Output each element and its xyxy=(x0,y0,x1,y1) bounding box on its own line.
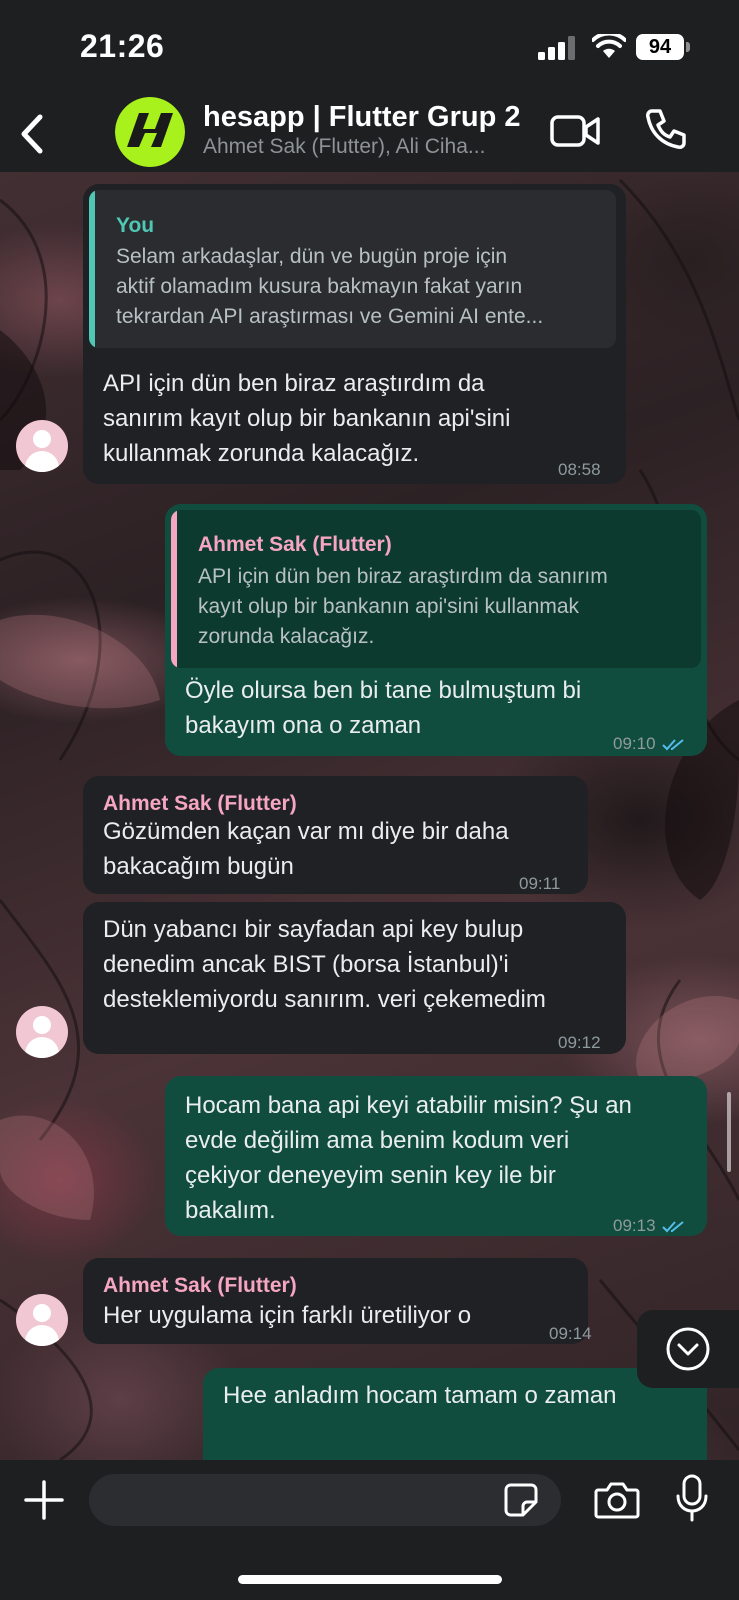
group-avatar[interactable] xyxy=(115,97,185,167)
message-line: Hocam bana api keyi atabilir misin? Şu a… xyxy=(185,1092,632,1119)
message-line: Her uygulama için farklı üretiliyor o xyxy=(103,1302,472,1329)
message-time: 08:58 xyxy=(558,460,601,479)
message-line: desteklemiyordu sanırım. veri çekemedim xyxy=(103,986,546,1013)
message-time: 09:12 xyxy=(558,1033,601,1052)
sender-avatar[interactable] xyxy=(16,1294,68,1346)
home-indicator xyxy=(238,1575,502,1584)
scroll-to-bottom-button[interactable] xyxy=(637,1310,739,1388)
message-bubble[interactable]: Ahmet Sak (Flutter) Her uygulama için fa… xyxy=(83,1258,592,1344)
quote-accent-bar xyxy=(89,190,95,348)
read-receipt-icon xyxy=(662,738,684,750)
message-line: Gözümden kaçan var mı diye bir daha xyxy=(103,818,509,845)
group-title[interactable]: hesapp | Flutter Grup 2 xyxy=(203,101,533,134)
message-line: bakayım ona o zaman xyxy=(185,712,422,739)
quote-line: tekrardan API araştırması ve Gemini AI e… xyxy=(116,305,544,328)
quote-text: API için dün ben biraz araştırdım da san… xyxy=(198,562,608,652)
message-line: Hee anladım hocam tamam o zaman xyxy=(223,1382,617,1409)
battery-indicator: 94 xyxy=(636,34,684,60)
phone-call-icon[interactable] xyxy=(644,107,688,151)
sticker-icon[interactable] xyxy=(503,1482,539,1518)
message-bubble[interactable]: Hocam bana api keyi atabilir misin? Şu a… xyxy=(165,1076,707,1236)
wifi-icon xyxy=(592,34,626,58)
quote-accent-bar xyxy=(171,510,177,668)
group-logo-icon xyxy=(115,97,185,167)
message-bubble[interactable]: Ahmet Sak (Flutter) API için dün ben bir… xyxy=(165,504,707,756)
sender-avatar[interactable] xyxy=(16,420,68,472)
status-bar: 21:26 94 xyxy=(0,0,739,95)
message-text: Gözümden kaçan var mı diye bir daha baka… xyxy=(103,814,509,884)
message-bubble[interactable]: Dün yabancı bir sayfadan api key bulup d… xyxy=(83,902,626,1054)
message-bubble[interactable]: Hee anladım hocam tamam o zaman xyxy=(203,1368,707,1460)
message-text: Dün yabancı bir sayfadan api key bulup d… xyxy=(103,912,546,1017)
quote-text: Selam arkadaşlar, dün ve bugün proje içi… xyxy=(116,242,543,332)
quoted-message[interactable]: Ahmet Sak (Flutter) API için dün ben bir… xyxy=(171,510,701,668)
scrollbar[interactable] xyxy=(727,1092,731,1172)
message-time: 09:13 xyxy=(613,1208,686,1243)
microphone-icon[interactable] xyxy=(675,1474,709,1522)
video-call-icon[interactable] xyxy=(550,111,602,151)
quote-line: aktif olamadım kusura bakmayın fakat yar… xyxy=(116,275,523,298)
message-time-text: 09:13 xyxy=(613,1216,656,1235)
read-receipt-icon xyxy=(662,1220,684,1232)
status-time: 21:26 xyxy=(80,28,165,64)
message-composer xyxy=(0,1460,739,1600)
camera-icon[interactable] xyxy=(594,1480,640,1520)
quote-line: kayıt olup bir bankanın api'sini kullanm… xyxy=(198,595,580,618)
message-time: 09:11 xyxy=(519,874,561,893)
message-bubble[interactable]: You Selam arkadaşlar, dün ve bugün proje… xyxy=(83,184,626,484)
chat-header: hesapp | Flutter Grup 2 Ahmet Sak (Flutt… xyxy=(0,95,739,172)
message-line: Dün yabancı bir sayfadan api key bulup xyxy=(103,916,524,943)
message-line: denedim ancak BIST (borsa İstanbul)'i xyxy=(103,951,509,978)
message-line: Öyle olursa ben bi tane bulmuştum bi xyxy=(185,677,582,704)
quote-author: You xyxy=(116,214,155,237)
message-line: bakalım. xyxy=(185,1197,276,1224)
message-time: 09:10 xyxy=(613,726,686,761)
message-line: sanırım kayıt olup bir bankanın api'sini xyxy=(103,405,511,432)
message-text: Öyle olursa ben bi tane bulmuştum bi bak… xyxy=(185,673,581,743)
message-bubble[interactable]: Ahmet Sak (Flutter) Gözümden kaçan var m… xyxy=(83,776,588,894)
message-line: kullanmak zorunda kalacağız. xyxy=(103,440,420,467)
quote-author: Ahmet Sak (Flutter) xyxy=(198,533,392,556)
quote-line: Selam arkadaşlar, dün ve bugün proje içi… xyxy=(116,245,508,268)
message-text: Hee anladım hocam tamam o zaman xyxy=(223,1378,617,1413)
message-list[interactable]: You Selam arkadaşlar, dün ve bugün proje… xyxy=(0,172,739,1460)
message-line: bakacağım bugün xyxy=(103,853,294,880)
battery-tip xyxy=(686,42,690,52)
message-line: çekiyor deneyeyim senin key ile bir xyxy=(185,1162,556,1189)
group-members-subtitle[interactable]: Ahmet Sak (Flutter), Ali Ciha... xyxy=(203,135,533,159)
message-line: API için dün ben biraz araştırdım da xyxy=(103,370,485,397)
quote-line: API için dün ben biraz araştırdım da san… xyxy=(198,565,608,588)
back-chevron-icon[interactable] xyxy=(14,109,54,159)
quoted-message[interactable]: You Selam arkadaşlar, dün ve bugün proje… xyxy=(89,190,616,348)
message-time: 09:14 xyxy=(549,1324,592,1343)
attach-plus-icon[interactable] xyxy=(24,1480,64,1520)
quote-line: zorunda kalacağız. xyxy=(198,625,375,648)
message-text: Hocam bana api keyi atabilir misin? Şu a… xyxy=(185,1088,632,1228)
message-text: Her uygulama için farklı üretiliyor o xyxy=(103,1298,471,1333)
chevron-down-circle-icon xyxy=(666,1327,710,1371)
message-line: evde değilim ama benim kodum veri xyxy=(185,1127,570,1154)
message-input[interactable] xyxy=(89,1474,561,1526)
message-text: API için dün ben biraz araştırdım da san… xyxy=(103,366,510,471)
message-time-text: 09:10 xyxy=(613,734,656,753)
sender-avatar[interactable] xyxy=(16,1006,68,1058)
cellular-signal-icon xyxy=(538,36,575,60)
